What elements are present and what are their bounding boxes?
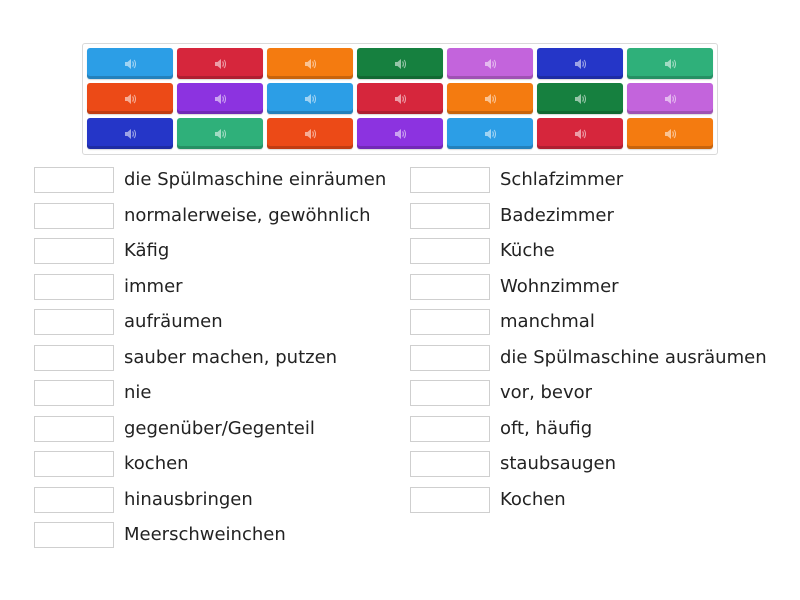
word-label: kochen	[124, 453, 189, 474]
drop-slot[interactable]	[34, 309, 114, 335]
audio-tile-board	[82, 43, 718, 155]
speaker-icon	[574, 128, 586, 139]
audio-tile[interactable]	[267, 83, 353, 114]
word-label: immer	[124, 275, 183, 297]
speaker-icon	[124, 58, 136, 69]
audio-tile[interactable]	[357, 118, 443, 149]
word-label: Wohnzimmer	[500, 275, 619, 297]
audio-tile[interactable]	[627, 118, 713, 149]
speaker-icon	[484, 58, 496, 69]
speaker-icon	[214, 93, 226, 104]
drop-slot[interactable]	[410, 380, 490, 406]
speaker-icon	[124, 128, 136, 139]
speaker-icon	[394, 128, 406, 139]
drop-slot[interactable]	[34, 522, 114, 548]
audio-tile[interactable]	[87, 118, 173, 149]
word-label: Kochen	[500, 488, 566, 510]
audio-tile[interactable]	[537, 48, 623, 79]
speaker-icon	[214, 58, 226, 69]
speaker-icon	[304, 128, 316, 139]
word-label: nie	[124, 382, 152, 403]
audio-tile[interactable]	[537, 83, 623, 114]
drop-slot[interactable]	[410, 309, 490, 335]
speaker-icon	[124, 93, 136, 104]
drop-slot[interactable]	[410, 202, 490, 229]
speaker-icon	[304, 58, 316, 69]
word-label: Badezimmer	[500, 204, 614, 226]
audio-tile[interactable]	[177, 83, 263, 114]
speaker-icon	[394, 58, 406, 69]
drop-slot[interactable]	[34, 344, 114, 371]
audio-tile[interactable]	[447, 118, 533, 149]
word-label: vor, bevor	[500, 382, 593, 403]
audio-tile[interactable]	[87, 48, 173, 79]
drop-slot[interactable]	[34, 451, 114, 477]
speaker-icon	[574, 93, 586, 104]
drop-slot[interactable]	[410, 415, 490, 442]
word-label: die Spülmaschine ausräumen	[500, 346, 767, 368]
speaker-icon	[484, 93, 496, 104]
word-label: hinausbringen	[124, 488, 253, 510]
word-label: aufräumen	[124, 311, 223, 332]
audio-tile[interactable]	[627, 48, 713, 79]
audio-tile[interactable]	[627, 83, 713, 114]
audio-tile[interactable]	[447, 48, 533, 79]
drop-slot[interactable]	[34, 380, 114, 406]
speaker-icon	[664, 128, 676, 139]
audio-tile[interactable]	[177, 118, 263, 149]
audio-tile[interactable]	[87, 83, 173, 114]
drop-slot[interactable]	[34, 202, 114, 229]
word-label: Küche	[500, 240, 555, 261]
drop-slot[interactable]	[410, 451, 490, 477]
word-label: Käfig	[124, 240, 170, 261]
drop-slot[interactable]	[34, 167, 114, 193]
drop-slot[interactable]	[34, 415, 114, 442]
word-label: gegenüber/Gegenteil	[124, 417, 315, 439]
drop-slot[interactable]	[410, 344, 490, 371]
audio-tile[interactable]	[177, 48, 263, 79]
audio-tile[interactable]	[357, 48, 443, 79]
drop-slot[interactable]	[410, 273, 490, 300]
word-label: Meerschweinchen	[124, 524, 286, 545]
audio-tile[interactable]	[267, 118, 353, 149]
word-label: Schlafzimmer	[500, 169, 624, 190]
audio-tile[interactable]	[447, 83, 533, 114]
word-label: die Spülmaschine einräumen	[124, 169, 387, 190]
word-label: manchmal	[500, 311, 595, 332]
audio-tile[interactable]	[267, 48, 353, 79]
speaker-icon	[484, 128, 496, 139]
speaker-icon	[664, 93, 676, 104]
drop-slot[interactable]	[410, 486, 490, 513]
speaker-icon	[214, 128, 226, 139]
speaker-icon	[394, 93, 406, 104]
audio-tile[interactable]	[357, 83, 443, 114]
drop-slot[interactable]	[34, 486, 114, 513]
drop-slot[interactable]	[410, 167, 490, 193]
word-label: sauber machen, putzen	[124, 346, 338, 368]
speaker-icon	[664, 58, 676, 69]
word-label: staubsaugen	[500, 453, 617, 474]
speaker-icon	[574, 58, 586, 69]
drop-slot[interactable]	[410, 238, 490, 264]
speaker-icon	[304, 93, 316, 104]
drop-slot[interactable]	[34, 273, 114, 300]
drop-slot[interactable]	[34, 238, 114, 264]
word-label: oft, häufig	[500, 417, 593, 439]
audio-tile[interactable]	[537, 118, 623, 149]
word-label: normalerweise, gewöhnlich	[124, 204, 371, 226]
